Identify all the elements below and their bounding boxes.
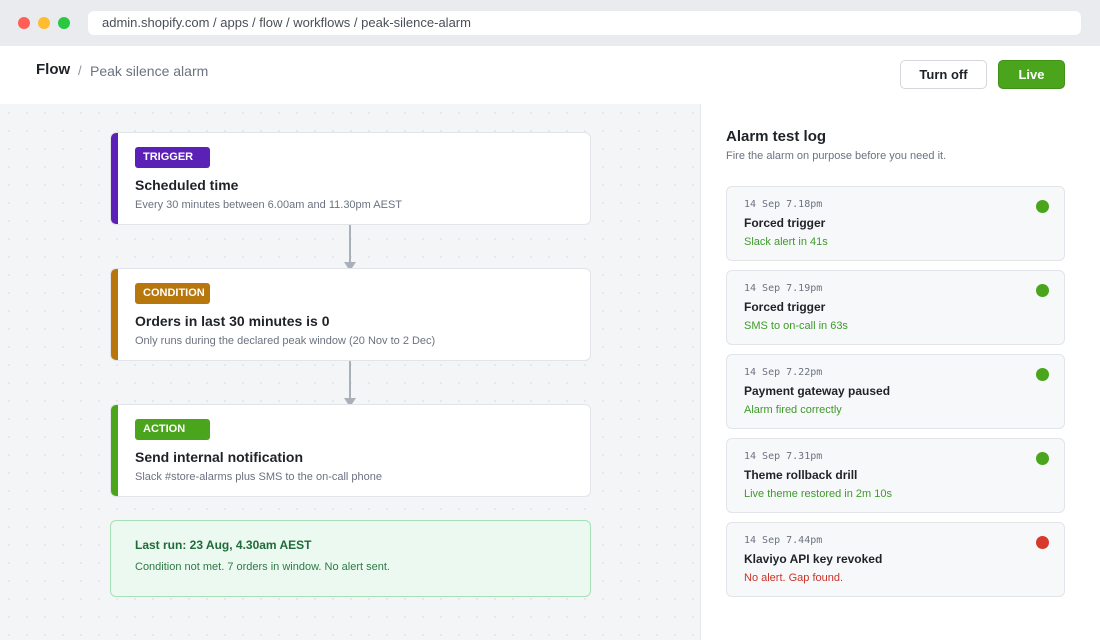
- action-accent-bar: [111, 405, 118, 496]
- connector-line: [349, 361, 351, 398]
- log-result: Alarm fired correctly: [744, 404, 842, 416]
- log-event: Payment gateway paused: [744, 384, 891, 398]
- action-title: Send internal notification: [135, 449, 304, 465]
- trigger-accent-bar: [111, 133, 118, 224]
- last-run-description: Condition not met. 7 orders in window. N…: [135, 561, 390, 573]
- maximize-window-button[interactable]: [58, 17, 70, 29]
- condition-accent-bar: [111, 269, 118, 360]
- action-node[interactable]: ACTION Send internal notification Slack …: [110, 404, 591, 497]
- log-event: Klaviyo API key revoked: [744, 552, 883, 566]
- log-result: Slack alert in 41s: [744, 236, 828, 248]
- address-bar[interactable]: admin.shopify.com / apps / flow / workfl…: [88, 11, 1081, 35]
- condition-title: Orders in last 30 minutes is 0: [135, 313, 330, 329]
- log-timestamp: 14 Sep 7.31pm: [744, 451, 823, 462]
- trigger-badge: TRIGGER: [135, 147, 210, 168]
- log-event: Theme rollback drill: [744, 468, 858, 482]
- connector-line: [349, 225, 351, 262]
- action-description: Slack #store-alarms plus SMS to the on-c…: [135, 471, 383, 483]
- status-dot-icon: [1036, 284, 1049, 297]
- live-status-button[interactable]: Live: [998, 60, 1065, 89]
- log-timestamp: 14 Sep 7.18pm: [744, 199, 823, 210]
- status-dot-icon: [1036, 368, 1049, 381]
- turn-off-button[interactable]: Turn off: [900, 60, 987, 89]
- log-entry[interactable]: 14 Sep 7.18pm Forced trigger Slack alert…: [726, 186, 1065, 261]
- last-run-summary: Last run: 23 Aug, 4.30am AEST Condition …: [110, 520, 591, 597]
- breadcrumb-separator: /: [78, 63, 82, 78]
- condition-node[interactable]: CONDITION Orders in last 30 minutes is 0…: [110, 268, 591, 361]
- log-timestamp: 14 Sep 7.19pm: [744, 283, 823, 294]
- status-dot-icon: [1036, 200, 1049, 213]
- breadcrumb-app-link[interactable]: Flow: [36, 61, 70, 78]
- log-event: Forced trigger: [744, 300, 826, 314]
- minimize-window-button[interactable]: [38, 17, 50, 29]
- page-header: Flow / Peak silence alarm Turn off Live: [0, 46, 1100, 104]
- status-dot-icon: [1036, 536, 1049, 549]
- browser-chrome: admin.shopify.com / apps / flow / workfl…: [0, 0, 1100, 46]
- log-timestamp: 14 Sep 7.22pm: [744, 367, 823, 378]
- log-entry[interactable]: 14 Sep 7.44pm Klaviyo API key revoked No…: [726, 522, 1065, 597]
- log-entry[interactable]: 14 Sep 7.31pm Theme rollback drill Live …: [726, 438, 1065, 513]
- status-dot-icon: [1036, 452, 1049, 465]
- log-result: No alert. Gap found.: [744, 572, 844, 584]
- log-entry[interactable]: 14 Sep 7.19pm Forced trigger SMS to on-c…: [726, 270, 1065, 345]
- last-run-title: Last run: 23 Aug, 4.30am AEST: [135, 538, 312, 552]
- trigger-description: Every 30 minutes between 6.00am and 11.3…: [135, 199, 403, 211]
- log-result: Live theme restored in 2m 10s: [744, 488, 892, 500]
- close-window-button[interactable]: [18, 17, 30, 29]
- log-result: SMS to on-call in 63s: [744, 320, 848, 332]
- log-entry[interactable]: 14 Sep 7.22pm Payment gateway paused Ala…: [726, 354, 1065, 429]
- trigger-node[interactable]: TRIGGER Scheduled time Every 30 minutes …: [110, 132, 591, 225]
- condition-description: Only runs during the declared peak windo…: [135, 335, 436, 347]
- log-panel-subtitle: Fire the alarm on purpose before you nee…: [726, 150, 947, 162]
- action-badge: ACTION: [135, 419, 210, 440]
- trigger-title: Scheduled time: [135, 177, 239, 193]
- log-timestamp: 14 Sep 7.44pm: [744, 535, 823, 546]
- log-event: Forced trigger: [744, 216, 826, 230]
- breadcrumb-workflow-name: Peak silence alarm: [90, 63, 209, 79]
- panel-divider: [700, 104, 701, 640]
- condition-badge: CONDITION: [135, 283, 210, 304]
- log-panel-title: Alarm test log: [726, 128, 827, 145]
